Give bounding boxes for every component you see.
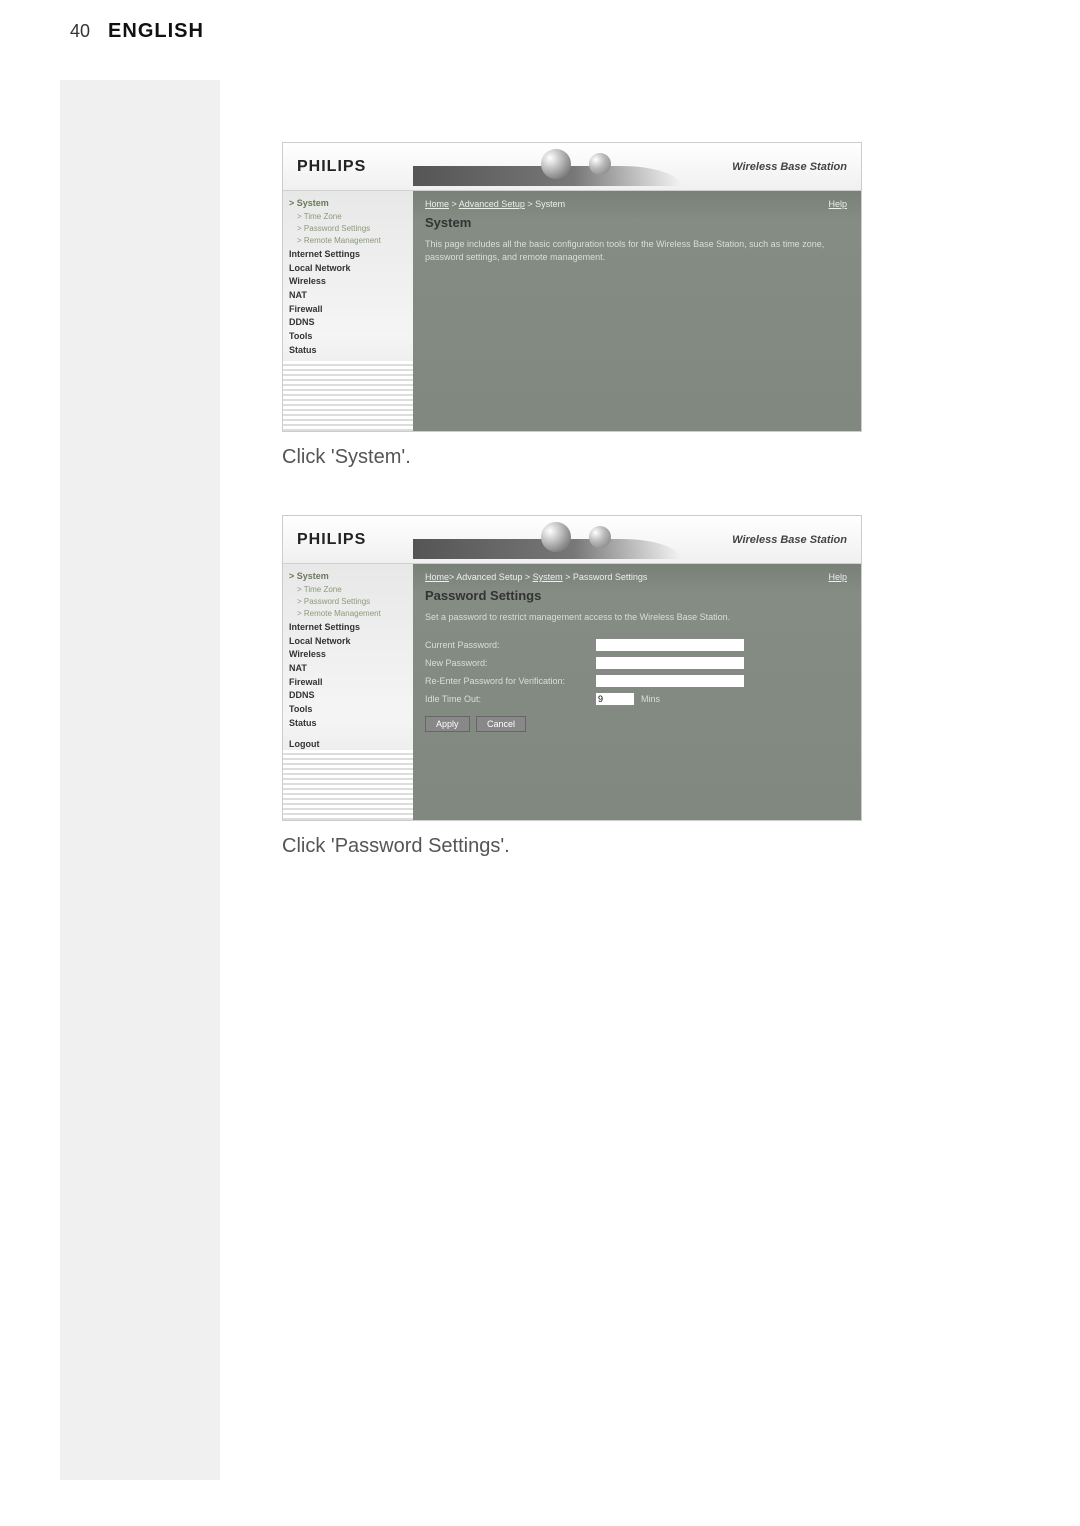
sidebar-item-wireless[interactable]: Wireless <box>287 275 409 289</box>
panel-description: This page includes all the basic configu… <box>425 238 849 263</box>
breadcrumb-current: Password Settings <box>573 572 648 582</box>
cancel-button[interactable]: Cancel <box>476 716 526 732</box>
header-artwork <box>413 522 681 559</box>
router-main-panel: Home> Advanced Setup > System > Password… <box>413 564 861 820</box>
sidebar-item-internet-settings[interactable]: Internet Settings <box>287 248 409 262</box>
sidebar-item-password-settings[interactable]: > Password Settings <box>287 596 409 608</box>
sidebar-stripes <box>283 750 413 820</box>
sidebar-item-ddns[interactable]: DDNS <box>287 689 409 703</box>
breadcrumb-home[interactable]: Home <box>425 572 449 582</box>
philips-logo: PHILIPS <box>297 158 366 176</box>
breadcrumb: Home > Advanced Setup > System <box>425 199 849 209</box>
sidebar-item-status[interactable]: Status <box>287 717 409 731</box>
help-link[interactable]: Help <box>828 572 847 582</box>
router-main-panel: Home > Advanced Setup > System Help Syst… <box>413 191 861 431</box>
philips-logo: PHILIPS <box>297 531 366 549</box>
new-password-input[interactable] <box>595 656 745 670</box>
sidebar-item-tools[interactable]: Tools <box>287 330 409 344</box>
sidebar-item-time-zone[interactable]: > Time Zone <box>287 211 409 223</box>
product-name: Wireless Base Station <box>732 534 847 546</box>
sidebar-item-tools[interactable]: Tools <box>287 703 409 717</box>
breadcrumb-advanced: Advanced Setup <box>456 572 522 582</box>
label-new-password: New Password: <box>425 658 595 668</box>
sidebar-stripes <box>283 361 413 431</box>
sidebar-item-local-network[interactable]: Local Network <box>287 262 409 276</box>
mins-label: Mins <box>641 694 660 704</box>
breadcrumb: Home> Advanced Setup > System > Password… <box>425 572 849 582</box>
sidebar-item-firewall[interactable]: Firewall <box>287 303 409 317</box>
sidebar-item-internet-settings[interactable]: Internet Settings <box>287 621 409 635</box>
sidebar-item-time-zone[interactable]: > Time Zone <box>287 584 409 596</box>
panel-title: System <box>425 215 849 230</box>
header-artwork <box>413 149 681 186</box>
apply-button[interactable]: Apply <box>425 716 470 732</box>
idle-timeout-input[interactable] <box>595 692 635 706</box>
page-header: 40 ENGLISH <box>0 0 1080 55</box>
sidebar-item-remote-management[interactable]: > Remote Management <box>287 608 409 620</box>
page-number: 40 <box>70 21 90 42</box>
side-gray-strip <box>60 80 220 1480</box>
panel-description: Set a password to restrict management ac… <box>425 611 849 624</box>
sidebar-item-system[interactable]: > System <box>287 570 409 584</box>
sidebar-item-password-settings[interactable]: > Password Settings <box>287 223 409 235</box>
product-name: Wireless Base Station <box>732 161 847 173</box>
breadcrumb-home[interactable]: Home <box>425 199 449 209</box>
caption-click-password-settings: Click 'Password Settings'. <box>282 835 882 858</box>
page-language: ENGLISH <box>108 20 204 43</box>
breadcrumb-system[interactable]: System <box>533 572 563 582</box>
label-current-password: Current Password: <box>425 640 595 650</box>
sidebar-item-firewall[interactable]: Firewall <box>287 676 409 690</box>
router-header: PHILIPS Wireless Base Station <box>283 516 861 564</box>
screenshot-system: PHILIPS Wireless Base Station > System >… <box>282 142 862 432</box>
breadcrumb-advanced[interactable]: Advanced Setup <box>459 199 525 209</box>
sidebar-item-nat[interactable]: NAT <box>287 289 409 303</box>
sidebar-item-wireless[interactable]: Wireless <box>287 648 409 662</box>
current-password-input[interactable] <box>595 638 745 652</box>
panel-title: Password Settings <box>425 588 849 603</box>
breadcrumb-current: System <box>535 199 565 209</box>
router-header: PHILIPS Wireless Base Station <box>283 143 861 191</box>
sidebar-item-local-network[interactable]: Local Network <box>287 635 409 649</box>
reenter-password-input[interactable] <box>595 674 745 688</box>
sidebar-item-system[interactable]: > System <box>287 197 409 211</box>
router-sidebar: > System > Time Zone > Password Settings… <box>283 564 413 820</box>
screenshot-password-settings: PHILIPS Wireless Base Station > System >… <box>282 515 862 821</box>
sidebar-item-remote-management[interactable]: > Remote Management <box>287 235 409 247</box>
sidebar-item-ddns[interactable]: DDNS <box>287 316 409 330</box>
label-idle-timeout: Idle Time Out: <box>425 694 595 704</box>
help-link[interactable]: Help <box>828 199 847 209</box>
label-reenter-password: Re-Enter Password for Verification: <box>425 676 595 686</box>
sidebar-item-nat[interactable]: NAT <box>287 662 409 676</box>
sidebar-item-status[interactable]: Status <box>287 344 409 358</box>
caption-click-system: Click 'System'. <box>282 446 882 469</box>
router-sidebar: > System > Time Zone > Password Settings… <box>283 191 413 431</box>
